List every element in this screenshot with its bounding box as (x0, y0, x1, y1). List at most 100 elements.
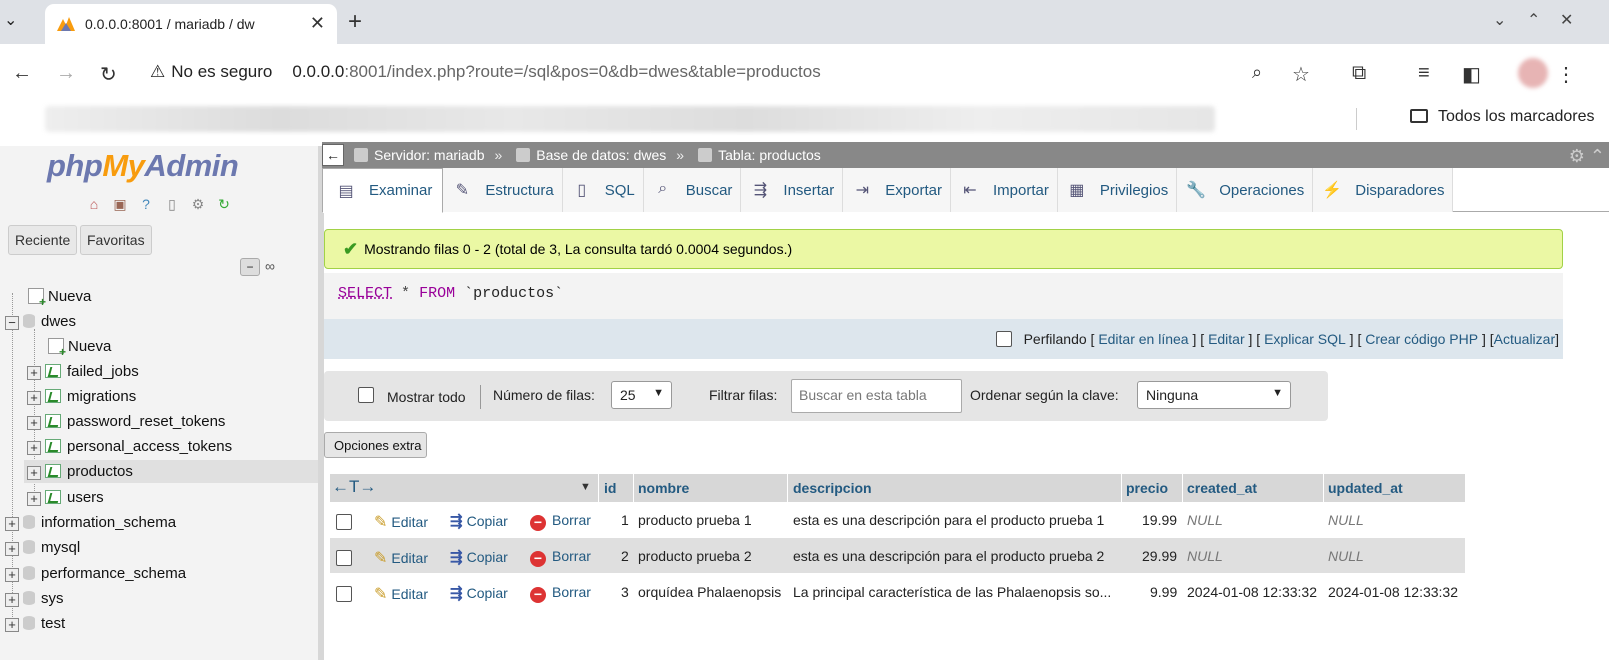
tab-list-chevron-icon[interactable]: ⌄ (1493, 10, 1506, 30)
column-nombre[interactable]: nombre (638, 480, 689, 496)
explain-sql-link[interactable]: Explicar SQL (1264, 331, 1346, 347)
all-bookmarks-button[interactable]: Todos los marcadores (1410, 108, 1595, 126)
edit-row-link[interactable]: ✎ Editar (374, 548, 428, 568)
browser-tab[interactable]: 0.0.0.0:8001 / mariadb / dw ✕ (45, 4, 337, 44)
back-arrow-icon[interactable]: ← (12, 62, 32, 85)
recent-button[interactable]: Reciente (8, 225, 78, 255)
delete-row-link[interactable]: − Borrar (530, 584, 591, 603)
row-checkbox[interactable] (336, 586, 352, 602)
reload-nav-icon[interactable]: ↻ (214, 194, 234, 214)
show-all-checkbox[interactable] (358, 387, 374, 403)
url-field[interactable]: ⚠ No es seguro 0.0.0.0:8001/index.php?ro… (150, 52, 1320, 92)
tree-db-test[interactable]: + test (5, 615, 65, 632)
expand-icon[interactable]: + (27, 492, 41, 506)
cell-created-at[interactable]: NULL (1187, 548, 1223, 564)
sql-query-box[interactable]: SELECT * FROM `productos` (324, 273, 1563, 319)
side-panel-icon[interactable]: ◧ (1462, 62, 1481, 87)
bookmark-star-icon[interactable]: ☆ (1292, 62, 1310, 87)
tree-table-users[interactable]: + users (27, 489, 104, 506)
link-with-main-icon[interactable]: ∞ (265, 258, 275, 274)
forward-arrow-icon[interactable]: → (56, 62, 76, 85)
cell-descripcion[interactable]: La principal característica de las Phala… (793, 584, 1111, 600)
collapse-icon[interactable]: − (5, 316, 19, 330)
warning-icon[interactable]: ⚠ (150, 62, 165, 82)
expand-icon[interactable]: + (27, 466, 41, 480)
tree-db-information-schema[interactable]: + information_schema (5, 514, 176, 531)
cell-updated-at[interactable]: NULL (1328, 548, 1364, 564)
expand-icon[interactable]: + (27, 391, 41, 405)
edit-link[interactable]: Editar (1208, 331, 1245, 347)
tree-db-performance-schema[interactable]: + performance_schema (5, 565, 186, 582)
tab-insertar[interactable]: ⇶ Insertar (741, 168, 844, 212)
phpmyadmin-logo[interactable]: phpMyAdmin (47, 148, 239, 184)
sql-select-keyword[interactable]: SELECT (338, 285, 392, 302)
column-updated-at[interactable]: updated_at (1328, 480, 1403, 496)
zoom-icon[interactable]: ⌕ (1252, 62, 1262, 83)
row-checkbox[interactable] (336, 550, 352, 566)
tree-db-mysql[interactable]: + mysql (5, 539, 80, 556)
refresh-link[interactable]: Actualizar (1494, 331, 1555, 347)
copy-row-link[interactable]: ⇶ Copiar (450, 512, 508, 530)
tab-disparadores[interactable]: ⚡ Disparadores (1313, 168, 1454, 212)
close-window-icon[interactable]: ✕ (1560, 10, 1573, 30)
media-controls-icon[interactable]: ≡ (1418, 62, 1430, 85)
breadcrumb-server[interactable]: Servidor: mariadb (350, 147, 485, 163)
collapse-all-icon[interactable]: − (240, 258, 260, 276)
cell-id[interactable]: 3 (621, 584, 629, 600)
favorites-button[interactable]: Favoritas (80, 225, 152, 255)
tab-operaciones[interactable]: 🔧 Operaciones (1177, 168, 1314, 212)
expand-icon[interactable]: + (5, 568, 19, 582)
extra-options-button[interactable]: Opciones extra (324, 432, 427, 458)
tree-table-personal-access-tokens[interactable]: + personal_access_tokens (27, 438, 232, 455)
edit-row-link[interactable]: ✎ Editar (374, 512, 428, 532)
docs-icon[interactable]: ▯ (162, 194, 182, 214)
cell-nombre[interactable]: orquídea Phalaenopsis (638, 584, 781, 600)
tree-new-database[interactable]: Nueva (28, 288, 91, 309)
create-php-code-link[interactable]: Crear código PHP (1365, 331, 1478, 347)
tab-search-icon[interactable]: ⌄ (4, 10, 17, 30)
logout-icon[interactable]: ▣ (110, 194, 130, 214)
edit-row-link[interactable]: ✎ Editar (374, 584, 428, 604)
column-id[interactable]: id (604, 480, 616, 496)
cell-created-at[interactable]: NULL (1187, 512, 1223, 528)
tree-table-productos[interactable]: + productos (24, 460, 318, 483)
cell-id[interactable]: 2 (621, 548, 629, 564)
tab-privilegios[interactable]: ▦ Privilegios (1057, 168, 1178, 212)
url-text[interactable]: 0.0.0.0:8001/index.php?route=/sql&pos=0&… (292, 62, 820, 82)
tree-table-password-reset-tokens[interactable]: + password_reset_tokens (27, 413, 225, 430)
expand-icon[interactable]: + (27, 366, 41, 380)
minimize-chevron-icon[interactable]: ⌃ (1527, 10, 1540, 30)
column-resize-arrows-icon[interactable]: ←T→ (332, 477, 376, 497)
tab-sql[interactable]: ▯ SQL (562, 168, 644, 212)
expand-icon[interactable]: + (27, 441, 41, 455)
profile-avatar[interactable] (1518, 58, 1548, 88)
cell-precio[interactable]: 19.99 (1142, 512, 1177, 528)
row-checkbox[interactable] (336, 514, 352, 530)
sort-dropdown-icon[interactable]: ▼ (580, 481, 591, 493)
cell-precio[interactable]: 9.99 (1150, 584, 1177, 600)
tree-db-sys[interactable]: + sys (5, 590, 64, 607)
tab-estructura[interactable]: ✎ Estructura (443, 168, 563, 212)
breadcrumb-table[interactable]: Tabla: productos (694, 147, 821, 163)
collapse-nav-arrow-icon[interactable]: ← (322, 144, 344, 166)
menu-kebab-icon[interactable]: ⋮ (1556, 62, 1576, 87)
settings-gear-icon[interactable]: ⚙ (188, 194, 208, 214)
cell-nombre[interactable]: producto prueba 1 (638, 512, 752, 528)
cell-descripcion[interactable]: esta es una descripción para el producto… (793, 512, 1104, 528)
tab-close-icon[interactable]: ✕ (310, 13, 325, 34)
sort-key-select[interactable]: Ninguna ▼ (1137, 381, 1291, 409)
tab-examinar[interactable]: ▤ Examinar (322, 168, 444, 213)
column-precio[interactable]: precio (1126, 480, 1168, 496)
expand-icon[interactable]: + (5, 542, 19, 556)
cell-precio[interactable]: 29.99 (1142, 548, 1177, 564)
expand-icon[interactable]: + (5, 618, 19, 632)
tree-table-migrations[interactable]: + migrations (27, 388, 136, 405)
copy-row-link[interactable]: ⇶ Copiar (450, 548, 508, 566)
column-created-at[interactable]: created_at (1187, 480, 1257, 496)
cell-created-at[interactable]: 2024-01-08 12:33:32 (1187, 584, 1317, 600)
filter-rows-input[interactable]: Buscar en esta tabla (791, 379, 962, 413)
tab-buscar[interactable]: ⌕ Buscar (643, 168, 742, 212)
column-descripcion[interactable]: descripcion (793, 480, 872, 496)
tab-exportar[interactable]: ⇥ Exportar (843, 168, 951, 212)
cell-updated-at[interactable]: NULL (1328, 512, 1364, 528)
